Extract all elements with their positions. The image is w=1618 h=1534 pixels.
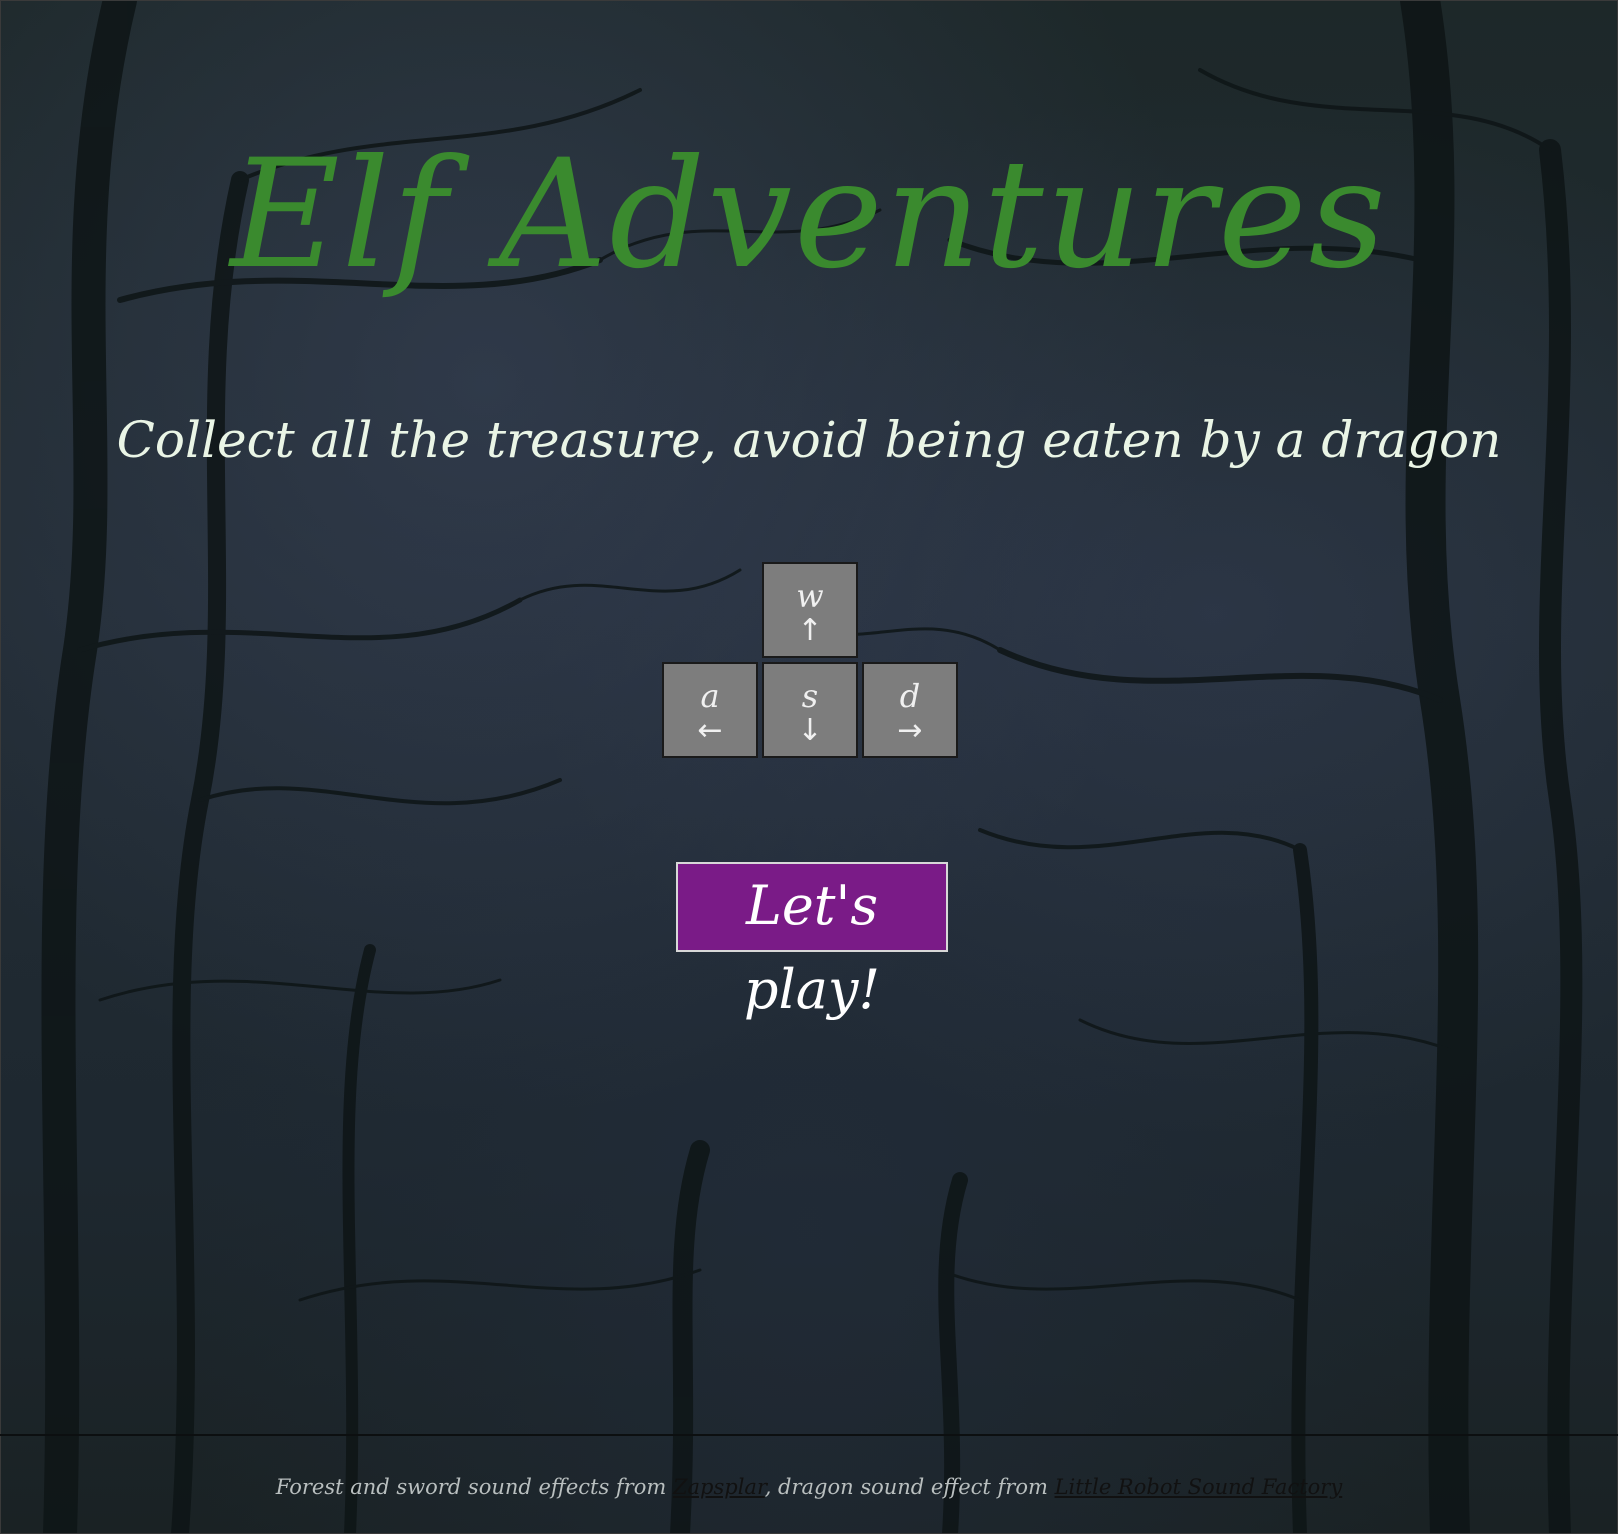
key-w-up[interactable]: w ↑	[762, 562, 858, 658]
key-s-letter: s	[801, 677, 819, 715]
footer-divider	[0, 1434, 1618, 1436]
key-a-left[interactable]: a ←	[662, 662, 758, 758]
arrow-left-icon: ←	[697, 713, 723, 748]
credits-text-before: Forest and sword sound effects from	[275, 1475, 673, 1499]
key-d-letter: d	[899, 677, 921, 715]
controls-keypad: w ↑ a ← s ↓ d →	[662, 562, 962, 762]
credits-text-middle: , dragon sound effect from	[764, 1475, 1055, 1499]
game-title: Elf Adventures	[230, 128, 1388, 302]
key-d-right[interactable]: d →	[862, 662, 958, 758]
key-w-letter: w	[796, 577, 824, 615]
zapsplar-link[interactable]: Zapsplar	[673, 1475, 765, 1499]
key-s-down[interactable]: s ↓	[762, 662, 858, 758]
arrow-down-icon: ↓	[797, 713, 823, 748]
key-a-letter: a	[700, 677, 720, 715]
arrow-up-icon: ↑	[797, 613, 823, 648]
game-subtitle: Collect all the treasure, avoid being ea…	[116, 411, 1502, 469]
arrow-right-icon: →	[897, 713, 923, 748]
play-button[interactable]: Let's play!	[676, 862, 948, 1021]
credits-footer: Forest and sword sound effects from Zaps…	[0, 1472, 1618, 1502]
little-robot-sound-factory-link[interactable]: Little Robot Sound Factory	[1055, 1475, 1343, 1499]
